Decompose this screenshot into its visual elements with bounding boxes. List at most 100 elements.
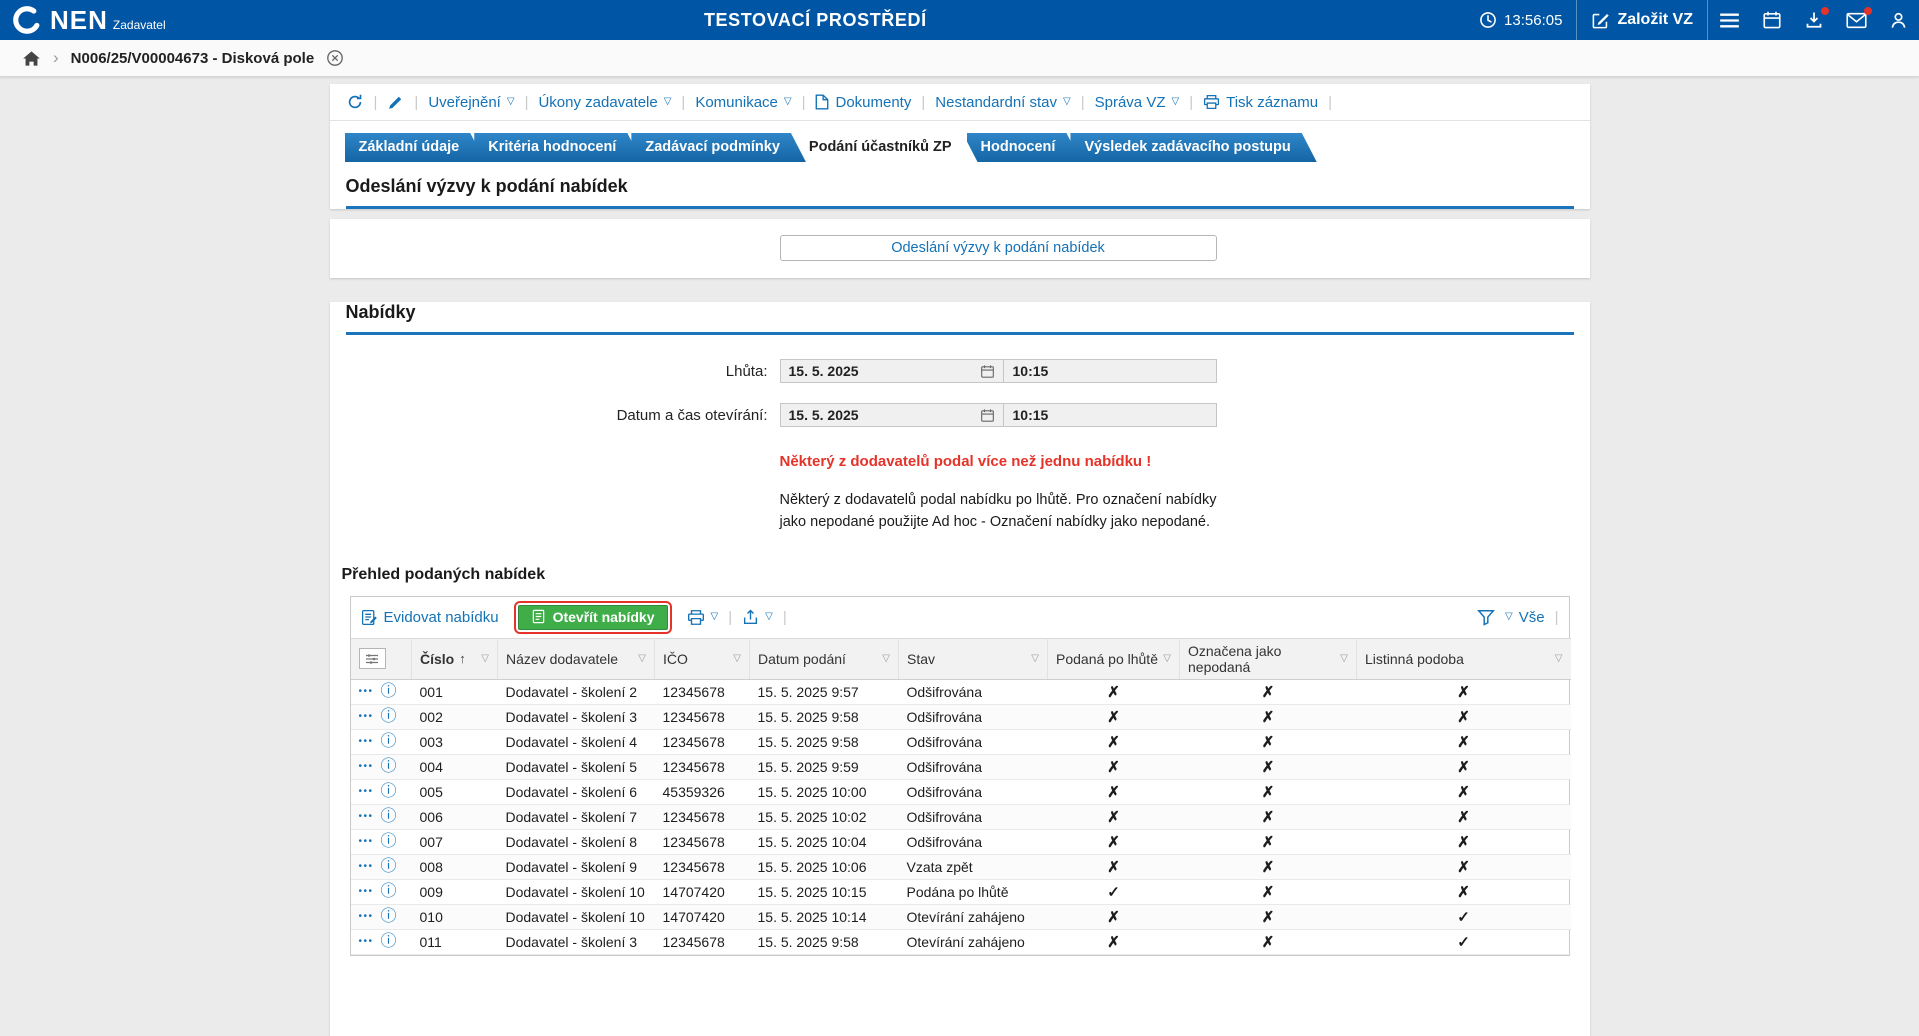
table-row[interactable]: ••• ⓘ 008 Dodavatel - školení 9 12345678… [351, 854, 1571, 879]
calendar-icon[interactable] [980, 364, 995, 379]
row-menu-icon[interactable]: ••• [359, 761, 374, 772]
deadline-date-input[interactable]: 15. 5. 2025 [781, 360, 1003, 382]
cell-number: 010 [412, 904, 498, 929]
table-row[interactable]: ••• ⓘ 003 Dodavatel - školení 4 12345678… [351, 729, 1571, 754]
table-row[interactable]: ••• ⓘ 005 Dodavatel - školení 6 45359326… [351, 779, 1571, 804]
cell-status: Odšifrována [899, 754, 1048, 779]
opening-row: Datum a čas otevírání: 15. 5. 2025 10:15 [330, 403, 1590, 427]
cell-not-submitted-mark: ✗ [1180, 729, 1357, 754]
table-row[interactable]: ••• ⓘ 009 Dodavatel - školení 10 1470742… [351, 879, 1571, 904]
column-filter-icon[interactable]: ▽ [1340, 653, 1348, 664]
row-info-icon[interactable]: ⓘ [381, 834, 397, 850]
filter-all-button[interactable]: ▽ Vše [1505, 609, 1545, 626]
filter-icon[interactable] [1477, 609, 1495, 626]
menu-icon[interactable] [1708, 0, 1751, 40]
breadcrumb-item[interactable]: N006/25/V00004673 - Disková pole [71, 50, 315, 67]
tab-hodnoceni[interactable]: Hodnocení [967, 133, 1082, 162]
menu-ukony-zadavatele[interactable]: Úkony zadavatele ▽ [538, 94, 671, 111]
row-menu-icon[interactable]: ••• [359, 886, 374, 897]
tab-podani-ucastniku-zp[interactable]: Podání účastníků ZP [795, 133, 978, 162]
opening-time-input[interactable]: 10:15 [1004, 404, 1216, 426]
header-oznacena-jako-nepodana[interactable]: Označena jako nepodaná▽ [1180, 638, 1357, 679]
header-ico[interactable]: IČO▽ [655, 638, 750, 679]
menu-sprava-vz[interactable]: Správa VZ ▽ [1095, 94, 1180, 111]
tab-zakladni-udaje[interactable]: Základní údaje [345, 133, 486, 162]
table-row[interactable]: ••• ⓘ 004 Dodavatel - školení 5 12345678… [351, 754, 1571, 779]
home-icon[interactable] [22, 50, 41, 67]
row-menu-icon[interactable]: ••• [359, 836, 374, 847]
user-icon[interactable] [1878, 0, 1919, 40]
nen-logo-icon[interactable] [12, 5, 42, 35]
table-row[interactable]: ••• ⓘ 001 Dodavatel - školení 2 12345678… [351, 679, 1571, 704]
table-row[interactable]: ••• ⓘ 007 Dodavatel - školení 8 12345678… [351, 829, 1571, 854]
export-button[interactable]: ▽ [742, 609, 773, 626]
header-podana-po-lhute[interactable]: Podaná po lhůtě▽ [1048, 638, 1180, 679]
column-filter-icon[interactable]: ▽ [733, 653, 741, 664]
menu-uverejneni[interactable]: Uveřejnění ▽ [428, 94, 514, 111]
tab-kriteria-hodnoceni[interactable]: Kritéria hodnocení [474, 133, 642, 162]
row-menu-icon[interactable]: ••• [359, 936, 374, 947]
calendar-icon[interactable] [1751, 0, 1793, 40]
table-row[interactable]: ••• ⓘ 006 Dodavatel - školení 7 12345678… [351, 804, 1571, 829]
column-filter-icon[interactable]: ▽ [638, 653, 646, 664]
row-menu-icon[interactable]: ••• [359, 786, 374, 797]
row-info-icon[interactable]: ⓘ [381, 884, 397, 900]
cell-number: 007 [412, 829, 498, 854]
row-menu-icon[interactable]: ••• [359, 686, 374, 697]
row-menu-icon[interactable]: ••• [359, 711, 374, 722]
row-info-icon[interactable]: ⓘ [381, 734, 397, 750]
column-filter-icon[interactable]: ▽ [1031, 653, 1039, 664]
menu-dokumenty[interactable]: Dokumenty [815, 94, 911, 111]
register-offer-button[interactable]: Evidovat nabídku [361, 609, 499, 626]
refresh-icon[interactable] [346, 93, 364, 111]
column-filter-icon[interactable]: ▽ [882, 653, 890, 664]
table-row[interactable]: ••• ⓘ 011 Dodavatel - školení 3 12345678… [351, 929, 1571, 954]
row-info-icon[interactable]: ⓘ [381, 934, 397, 950]
header-datum-podani[interactable]: Datum podání▽ [750, 638, 899, 679]
chevron-down-icon: ▽ [1063, 97, 1071, 107]
send-invitation-button[interactable]: Odeslání výzvy k podání nabídek [780, 235, 1217, 261]
grid-settings-icon[interactable] [359, 648, 386, 669]
table-row[interactable]: ••• ⓘ 010 Dodavatel - školení 10 1470742… [351, 904, 1571, 929]
header-cislo[interactable]: Číslo ↑ ▽ [412, 638, 498, 679]
export-icon [742, 609, 759, 626]
create-vz-button[interactable]: Založit VZ [1577, 0, 1707, 40]
header-stav[interactable]: Stav▽ [899, 638, 1048, 679]
open-offers-button[interactable]: Otevřít nabídky [518, 605, 668, 630]
tab-vysledek-zadavaciho-postupu[interactable]: Výsledek zadávacího postupu [1070, 133, 1316, 162]
mail-icon[interactable] [1835, 0, 1878, 40]
column-filter-icon[interactable]: ▽ [1555, 653, 1563, 664]
deadline-row: Lhůta: 15. 5. 2025 10:15 [330, 359, 1590, 383]
row-info-icon[interactable]: ⓘ [381, 709, 397, 725]
cell-ico: 14707420 [655, 904, 750, 929]
menu-nestandardni-stav[interactable]: Nestandardní stav ▽ [935, 94, 1070, 111]
row-info-icon[interactable]: ⓘ [381, 784, 397, 800]
cell-date-submitted: 15. 5. 2025 9:57 [750, 679, 899, 704]
edit-pencil-icon[interactable] [387, 94, 404, 111]
row-menu-icon[interactable]: ••• [359, 911, 374, 922]
row-info-icon[interactable]: ⓘ [381, 759, 397, 775]
tab-zadavaci-podminky[interactable]: Zadávací podmínky [631, 133, 806, 162]
menu-komunikace[interactable]: Komunikace ▽ [695, 94, 791, 111]
cell-status: Odšifrována [899, 804, 1048, 829]
row-menu-icon[interactable]: ••• [359, 811, 374, 822]
column-filter-icon[interactable]: ▽ [1163, 653, 1171, 664]
close-icon[interactable] [326, 49, 344, 67]
opening-date-input[interactable]: 15. 5. 2025 [781, 404, 1003, 426]
print-grid-button[interactable]: ▽ [687, 609, 719, 626]
row-info-icon[interactable]: ⓘ [381, 684, 397, 700]
menu-tisk-zaznamu[interactable]: Tisk záznamu [1203, 94, 1318, 111]
header-nazev-dodavatele[interactable]: Název dodavatele▽ [498, 638, 655, 679]
deadline-time-input[interactable]: 10:15 [1004, 360, 1216, 382]
row-menu-icon[interactable]: ••• [359, 861, 374, 872]
row-info-icon[interactable]: ⓘ [381, 809, 397, 825]
download-icon[interactable] [1793, 0, 1835, 40]
row-info-icon[interactable]: ⓘ [381, 909, 397, 925]
cell-not-submitted-mark: ✗ [1180, 854, 1357, 879]
calendar-icon[interactable] [980, 408, 995, 423]
row-menu-icon[interactable]: ••• [359, 736, 374, 747]
column-filter-icon[interactable]: ▽ [481, 653, 489, 664]
header-listinna-podoba[interactable]: Listinná podoba▽ [1357, 638, 1571, 679]
table-row[interactable]: ••• ⓘ 002 Dodavatel - školení 3 12345678… [351, 704, 1571, 729]
row-info-icon[interactable]: ⓘ [381, 859, 397, 875]
